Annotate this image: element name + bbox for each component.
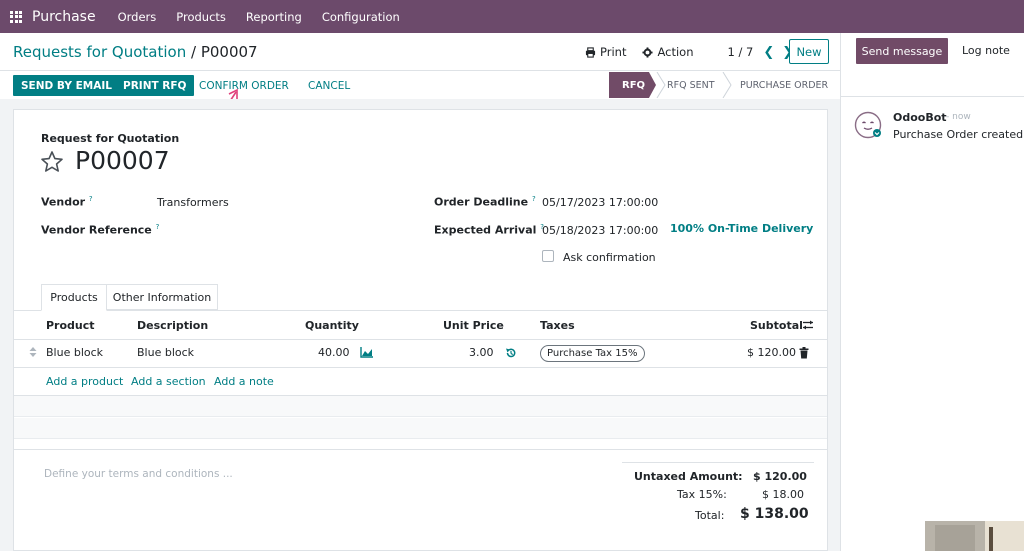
total-label: Total:: [695, 509, 725, 522]
order-deadline-help-icon[interactable]: ?: [532, 195, 536, 203]
new-button[interactable]: New: [789, 39, 829, 64]
row-description[interactable]: Blue block: [137, 346, 194, 359]
expected-arrival-label: Expected Arrival ?: [434, 223, 544, 237]
on-time-delivery-link[interactable]: 100% On-Time Delivery: [670, 222, 813, 235]
control-panel-actions: Print Action 1 / 7 ❮ ❯: [585, 40, 801, 64]
column-header-taxes[interactable]: Taxes: [540, 319, 575, 332]
vendor-reference-help-icon[interactable]: ?: [156, 223, 160, 231]
nav-products[interactable]: Products: [176, 10, 226, 24]
message-author[interactable]: OdooBot: [893, 111, 947, 124]
ask-confirmation-checkbox[interactable]: [542, 250, 554, 262]
status-purchase-order[interactable]: PURCHASE ORDER: [740, 72, 828, 98]
message-body: Purchase Order created: [893, 128, 1024, 141]
breadcrumb: Requests for Quotation / P00007: [13, 43, 258, 61]
gear-icon: [642, 46, 654, 58]
tab-divider: [14, 310, 827, 311]
row-subtotal: $ 120.00: [747, 346, 796, 359]
forecast-chart-icon[interactable]: [360, 347, 374, 358]
trash-icon[interactable]: [799, 347, 809, 359]
ask-confirmation-label: Ask confirmation: [563, 251, 656, 264]
column-header-quantity[interactable]: Quantity: [305, 319, 359, 332]
breadcrumb-parent[interactable]: Requests for Quotation: [13, 43, 186, 61]
breadcrumb-current: P00007: [200, 43, 258, 61]
nav-orders[interactable]: Orders: [118, 10, 157, 24]
nav-configuration[interactable]: Configuration: [322, 10, 400, 24]
send-by-email-button[interactable]: SEND BY EMAIL: [13, 75, 120, 96]
tab-products[interactable]: Products: [41, 284, 107, 311]
totals-divider: [622, 462, 814, 463]
untaxed-amount-value: $ 120.00: [753, 470, 807, 483]
cancel-button[interactable]: CANCEL: [300, 75, 358, 96]
add-product-link[interactable]: Add a product: [46, 375, 123, 388]
tab-other-information[interactable]: Other Information: [107, 284, 218, 310]
print-rfq-button[interactable]: PRINT RFQ: [115, 75, 195, 96]
log-note-button[interactable]: Log note: [962, 44, 1010, 57]
top-navbar: Purchase Orders Products Reporting Confi…: [0, 0, 1024, 33]
odoobot-avatar: [854, 111, 882, 139]
empty-row: [14, 396, 827, 417]
column-header-description[interactable]: Description: [137, 319, 208, 332]
status-rfq-sent[interactable]: RFQ SENT: [667, 72, 715, 98]
apps-menu-icon[interactable]: [10, 10, 22, 23]
action-menu-button[interactable]: Action: [642, 45, 694, 59]
record-title: P00007: [75, 146, 170, 175]
add-note-link[interactable]: Add a note: [214, 375, 274, 388]
table-bottom-divider: [14, 449, 827, 450]
vendor-help-icon[interactable]: ?: [89, 195, 93, 203]
terms-and-conditions-field[interactable]: Define your terms and conditions ...: [44, 468, 233, 480]
send-message-button[interactable]: Send message: [856, 38, 948, 64]
empty-row: [14, 418, 827, 439]
vendor-field[interactable]: Transformers: [157, 196, 229, 209]
status-separator-icon: [722, 72, 732, 98]
app-name[interactable]: Purchase: [32, 9, 96, 25]
form-sheet: [13, 109, 828, 551]
row-divider: [14, 367, 827, 368]
order-deadline-label: Order Deadline ?: [434, 195, 536, 209]
order-deadline-field[interactable]: 05/17/2023 17:00:00: [542, 196, 658, 209]
tax-value: $ 18.00: [762, 488, 804, 501]
add-section-link[interactable]: Add a section: [131, 375, 206, 388]
printer-icon: [585, 46, 596, 58]
corner-photo-fragment: [925, 521, 1024, 551]
vendor-label: Vendor ?: [41, 195, 93, 209]
control-panel-divider: [0, 70, 840, 71]
chatter-divider: [840, 33, 841, 551]
status-rfq[interactable]: RFQ: [609, 72, 656, 98]
star-icon[interactable]: [40, 150, 64, 174]
optional-columns-icon[interactable]: [802, 319, 814, 331]
print-menu-button[interactable]: Print: [585, 45, 626, 59]
status-separator-icon: [656, 72, 666, 98]
drag-handle-icon[interactable]: [29, 347, 37, 357]
total-value: $ 138.00: [740, 506, 809, 522]
row-quantity[interactable]: 40.00: [318, 346, 350, 359]
nav-reporting[interactable]: Reporting: [246, 10, 302, 24]
chatter-header-divider: [841, 96, 1024, 97]
row-unit-price[interactable]: 3.00: [469, 346, 494, 359]
tax-badge[interactable]: Purchase Tax 15%: [540, 345, 645, 362]
pager-previous-icon[interactable]: ❮: [763, 45, 774, 60]
action-label: Action: [657, 45, 694, 59]
message-time: - now: [946, 112, 971, 122]
print-label: Print: [600, 45, 627, 59]
document-type-label: Request for Quotation: [41, 132, 180, 145]
column-header-product[interactable]: Product: [46, 319, 95, 332]
breadcrumb-separator: /: [190, 43, 197, 61]
row-product[interactable]: Blue block: [46, 346, 103, 359]
tax-label: Tax 15%:: [677, 488, 727, 501]
price-history-icon[interactable]: [505, 347, 517, 359]
untaxed-amount-label: Untaxed Amount:: [634, 470, 743, 483]
column-header-subtotal[interactable]: Subtotal: [750, 319, 803, 332]
column-header-unit-price[interactable]: Unit Price: [443, 319, 504, 332]
vendor-reference-label: Vendor Reference ?: [41, 223, 160, 237]
expected-arrival-field[interactable]: 05/18/2023 17:00:00: [542, 224, 658, 237]
header-divider: [14, 339, 827, 340]
pager-value[interactable]: 1 / 7: [728, 45, 754, 59]
